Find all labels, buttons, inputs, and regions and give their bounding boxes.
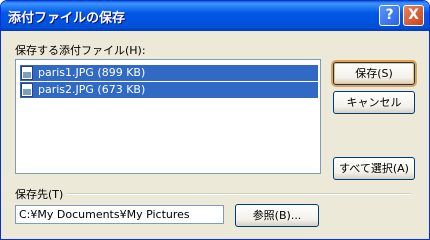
attachments-listbox[interactable]: paris1.JPG (899 KB) paris2.JPG (673 KB) bbox=[15, 59, 321, 174]
select-all-button[interactable]: すべて選択(A) bbox=[333, 157, 415, 180]
help-button[interactable]: ? bbox=[379, 5, 400, 26]
image-file-icon bbox=[21, 83, 33, 97]
save-button[interactable]: 保存(S) bbox=[333, 62, 415, 85]
list-item[interactable]: paris1.JPG (899 KB) bbox=[20, 65, 318, 81]
destination-path-field[interactable]: C:¥My Documents¥My Pictures bbox=[15, 205, 224, 224]
browse-button[interactable]: 参照(B)... bbox=[235, 204, 319, 227]
save-attachments-dialog: 添付ファイルの保存 ? X 保存する添付ファイル(H): paris1.JPG … bbox=[0, 0, 430, 240]
dialog-title: 添付ファイルの保存 bbox=[8, 11, 126, 26]
attachments-list-label: 保存する添付ファイル(H): bbox=[15, 44, 146, 57]
file-name: paris2.JPG (673 KB) bbox=[38, 83, 146, 96]
close-button[interactable]: X bbox=[403, 5, 424, 26]
image-file-icon bbox=[21, 66, 33, 80]
list-item[interactable]: paris2.JPG (673 KB) bbox=[20, 82, 318, 98]
destination-label: 保存先(T) bbox=[15, 188, 64, 201]
file-name: paris1.JPG (899 KB) bbox=[38, 66, 146, 79]
group-divider bbox=[67, 193, 411, 195]
cancel-button[interactable]: キャンセル bbox=[333, 91, 415, 114]
title-bar[interactable]: 添付ファイルの保存 ? X bbox=[1, 1, 429, 31]
